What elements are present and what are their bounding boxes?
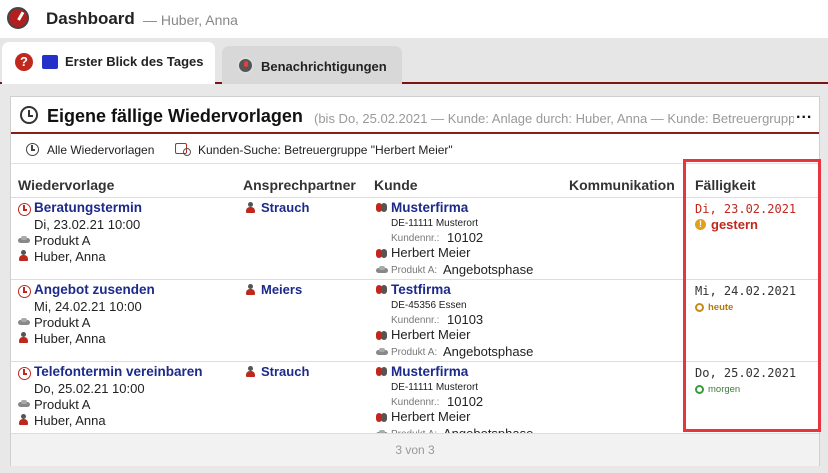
product-icon [376, 266, 388, 275]
clock-icon [26, 143, 39, 156]
wiedervorlage-user: Huber, Anna [34, 331, 106, 346]
panel-title: Eigene fällige Wiedervorlagen [47, 106, 303, 126]
user-icon [19, 414, 28, 425]
gauge-icon [237, 57, 254, 74]
company-icon [376, 202, 388, 213]
company-link[interactable]: Musterfirma [391, 364, 468, 379]
company-icon [376, 284, 388, 295]
contact-link[interactable]: Strauch [261, 200, 309, 215]
phase-value: Angebotsphase [443, 344, 534, 359]
panel-filter-text: (bis Do, 25.02.2021 — Kunde: Anlage durc… [314, 111, 794, 126]
customer-search-icon [175, 142, 191, 156]
phase-value: Angebotsphase [443, 262, 534, 277]
faelligkeit-highlight-box [683, 159, 821, 432]
tab-erster-blick[interactable]: ? Erster Blick des Tages [2, 42, 215, 84]
wiedervorlage-datetime: Di, 23.02.21 10:00 [34, 217, 141, 232]
dashboard-gauge-icon[interactable] [7, 7, 29, 29]
phase-label: Produkt A: [391, 347, 438, 358]
color-square-icon [42, 55, 58, 69]
advisor-group-icon [376, 248, 388, 259]
tab-label: Benachrichtigungen [261, 59, 387, 74]
help-icon[interactable]: ? [15, 53, 33, 71]
advisor-name: Herbert Meier [391, 245, 471, 260]
user-icon [19, 332, 28, 343]
product-icon [376, 348, 388, 357]
customer-number: 10103 [447, 312, 484, 327]
customer-number: 10102 [447, 230, 484, 245]
wiedervorlage-user: Huber, Anna [34, 413, 106, 428]
wiedervorlage-datetime: Mi, 24.02.21 10:00 [34, 299, 142, 314]
column-header-wiedervorlage[interactable]: Wiedervorlage [18, 177, 114, 193]
contact-person-icon [246, 202, 255, 213]
wiedervorlage-product: Produkt A [34, 315, 91, 330]
wiedervorlage-datetime: Do, 25.02.21 10:00 [34, 381, 145, 396]
company-link[interactable]: Musterfirma [391, 200, 468, 215]
contact-link[interactable]: Meiers [261, 282, 302, 297]
advisor-group-icon [376, 412, 388, 423]
product-icon [18, 318, 30, 327]
pagination-footer: 3 von 3 [11, 434, 819, 466]
contact-person-icon [246, 284, 255, 295]
user-icon [19, 250, 28, 261]
pagination-text: 3 von 3 [395, 443, 435, 457]
panel-header: Eigene fällige Wiedervorlagen (bis Do, 2… [11, 97, 819, 134]
company-icon [376, 366, 388, 377]
product-icon [18, 236, 30, 245]
tab-benachrichtigungen[interactable]: Benachrichtigungen [222, 46, 402, 84]
advisor-name: Herbert Meier [391, 327, 471, 342]
column-header-ansprechpartner[interactable]: Ansprechpartner [243, 177, 356, 193]
product-icon [18, 400, 30, 409]
phase-label: Produkt A: [391, 265, 438, 276]
customer-number: 10102 [447, 394, 484, 409]
page-title: Dashboard [46, 9, 135, 28]
customer-number-label: Kundennr.: [391, 233, 440, 244]
wiedervorlage-title-link[interactable]: Beratungstermin [34, 200, 142, 215]
wiedervorlage-product: Produkt A [34, 397, 91, 412]
company-address: DE-11111 Musterort [391, 382, 479, 393]
customer-number-label: Kundennr.: [391, 315, 440, 326]
customer-number-label: Kundennr.: [391, 397, 440, 408]
customer-search-link[interactable]: Kunden-Suche: Betreuergruppe "Herbert Me… [198, 143, 453, 157]
contact-link[interactable]: Strauch [261, 364, 309, 379]
wiedervorlage-product: Produkt A [34, 233, 91, 248]
app-header: Dashboard — Huber, Anna [0, 0, 828, 38]
column-header-kunde[interactable]: Kunde [374, 177, 418, 193]
tab-bar: ? Erster Blick des Tages Benachrichtigun… [0, 38, 828, 84]
wiedervorlage-title-link[interactable]: Angebot zusenden [34, 282, 155, 297]
page-subtitle: — Huber, Anna [143, 12, 238, 28]
tab-label: Erster Blick des Tages [65, 54, 204, 69]
column-header-kommunikation[interactable]: Kommunikation [569, 177, 675, 193]
company-address: DE-45356 Essen [391, 300, 467, 311]
advisor-group-icon [376, 330, 388, 341]
wiedervorlage-title-link[interactable]: Telefontermin vereinbaren [34, 364, 203, 379]
wiedervorlage-user: Huber, Anna [34, 249, 106, 264]
clock-icon [18, 367, 31, 380]
clock-icon [18, 203, 31, 216]
contact-person-icon [246, 366, 255, 377]
all-wiedervorlagen-link[interactable]: Alle Wiedervorlagen [47, 143, 154, 157]
clock-icon [20, 106, 38, 124]
advisor-name: Herbert Meier [391, 409, 471, 424]
company-link[interactable]: Testfirma [391, 282, 451, 297]
clock-icon [18, 285, 31, 298]
more-button[interactable]: ... [796, 105, 812, 123]
company-address: DE-11111 Musterort [391, 218, 479, 229]
